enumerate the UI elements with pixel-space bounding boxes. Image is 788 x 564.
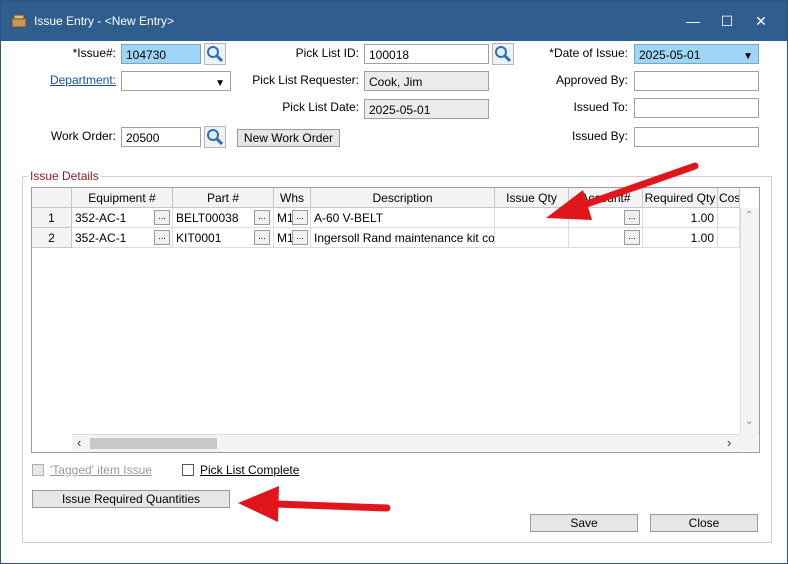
annotation-overlay: [238, 162, 699, 522]
issue-entry-window: Issue Entry - <New Entry> — ☐ ✕ *Issue#:…: [0, 0, 788, 564]
annotation-arrow-issue-qty: [546, 162, 699, 220]
annotation-arrow-issue-required: [238, 486, 391, 522]
